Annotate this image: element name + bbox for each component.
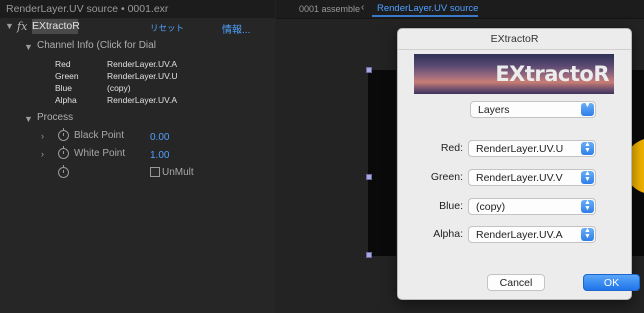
effect-controls-panel: RenderLayer.UV source • 0001.exr ▼ fx EX… — [0, 0, 275, 313]
black-point-label: Black Point — [74, 130, 125, 141]
stepper-arrows-icon: ▲ ▼ — [581, 170, 594, 184]
red-field-label: Red: — [440, 142, 463, 154]
transform-handle[interactable] — [366, 174, 372, 180]
chevron-down-icon[interactable]: ▼ — [5, 21, 14, 31]
layers-popup[interactable]: Layers ▼ — [470, 101, 596, 118]
transform-handle[interactable] — [366, 67, 372, 73]
alpha-field-label: Alpha: — [433, 228, 463, 240]
white-point-expand-icon[interactable]: › — [41, 149, 44, 159]
effect-row: ▼ fx EXtractoR リセット 情報... — [0, 18, 275, 36]
reset-link[interactable]: リセット — [150, 22, 184, 34]
unmult-checkbox[interactable] — [150, 167, 160, 177]
channel-info-chevron-icon[interactable]: ▼ — [24, 42, 33, 52]
layers-popup-label: Layers — [478, 104, 510, 116]
process-chevron-icon[interactable]: ▼ — [24, 114, 33, 124]
channel-green-value: RenderLayer.UV.U — [107, 71, 178, 81]
channel-green-label: Green — [55, 71, 79, 81]
blue-channel-value: (copy) — [476, 201, 506, 213]
channel-red-label: Red — [55, 59, 71, 69]
panel-title: RenderLayer.UV source • 0001.exr — [6, 3, 169, 15]
channel-blue-value: (copy) — [107, 83, 131, 93]
green-channel-value: RenderLayer.UV.V — [476, 172, 563, 184]
stepper-arrows-icon: ▲ ▼ — [581, 141, 594, 155]
viewer-tab-bar: 0001 assemble ‹ RenderLayer.UV source — [276, 0, 644, 19]
blue-channel-select[interactable]: (copy) ▲ ▼ — [468, 198, 596, 215]
process-label[interactable]: Process — [37, 112, 73, 123]
stopwatch-icon[interactable] — [58, 165, 69, 178]
stopwatch-icon[interactable] — [58, 128, 69, 141]
fx-toggle-icon[interactable]: fx — [17, 20, 27, 33]
channel-blue-label: Blue — [55, 83, 73, 93]
alpha-channel-select[interactable]: RenderLayer.UV.A ▲ ▼ — [468, 226, 596, 243]
panel-header: RenderLayer.UV source • 0001.exr — [0, 0, 275, 19]
channel-info-label[interactable]: Channel Info (Click for Dial — [37, 40, 156, 51]
banner-logo-text: EXtractoR — [495, 62, 609, 86]
about-link[interactable]: 情報... — [222, 21, 250, 36]
extractor-logo-banner: EXtractoR — [414, 54, 614, 94]
ok-button[interactable]: OK — [583, 274, 640, 291]
blue-field-label: Blue: — [439, 200, 463, 212]
effect-name[interactable]: EXtractoR — [32, 19, 80, 34]
dialog-title: EXtractoR — [398, 29, 631, 50]
white-point-label: White Point — [74, 148, 126, 159]
green-channel-select[interactable]: RenderLayer.UV.V ▲ ▼ — [468, 169, 596, 186]
dropdown-arrow-icon: ▼ — [581, 102, 594, 116]
black-point-value[interactable]: 0.00 — [150, 132, 169, 143]
red-channel-select[interactable]: RenderLayer.UV.U ▲ ▼ — [468, 140, 596, 157]
channel-alpha-value: RenderLayer.UV.A — [107, 95, 178, 105]
tab-0001-assemble[interactable]: 0001 assemble — [299, 4, 360, 14]
active-tab-indicator — [372, 15, 478, 17]
white-point-value[interactable]: 1.00 — [150, 150, 169, 161]
black-point-expand-icon[interactable]: › — [41, 131, 44, 141]
unmult-label: UnMult — [162, 167, 194, 178]
channel-red-value: RenderLayer.UV.A — [107, 59, 178, 69]
extractor-dialog: EXtractoR EXtractoR Layers ▼ Red: Render… — [397, 28, 632, 300]
channel-alpha-label: Alpha — [55, 95, 77, 105]
cancel-button[interactable]: Cancel — [487, 274, 545, 291]
green-field-label: Green: — [430, 171, 463, 183]
red-channel-value: RenderLayer.UV.U — [476, 143, 564, 155]
alpha-channel-value: RenderLayer.UV.A — [476, 229, 563, 241]
transform-handle[interactable] — [366, 252, 372, 258]
stopwatch-icon[interactable] — [58, 146, 69, 159]
layer-preview — [368, 70, 396, 256]
chevron-left-icon[interactable]: ‹ — [361, 2, 364, 13]
stepper-arrows-icon: ▲ ▼ — [581, 227, 594, 241]
tab-renderlayer-uv-source[interactable]: RenderLayer.UV source — [374, 3, 481, 14]
stepper-arrows-icon: ▲ ▼ — [581, 199, 594, 213]
